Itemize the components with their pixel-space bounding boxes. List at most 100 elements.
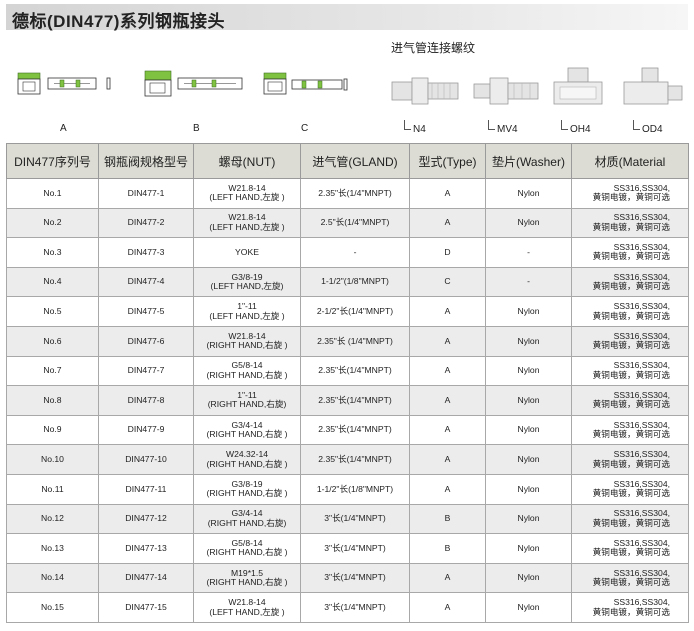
cell-gland: 3"长(1/4"MNPT) <box>300 503 410 535</box>
material-brass: 黄铜电镀，黄铜可选 <box>592 606 670 617</box>
table-row: No.7 DIN477-7 G5/8-14 (RIGHT HAND,右旋 ) 2.35"… <box>6 355 689 387</box>
connector-mv4-image <box>473 77 539 105</box>
cell-material: SS316,SS304, 黄铜电镀，黄铜可选 <box>571 325 689 357</box>
cell-gland: 2.35"长(1/4"MNPT) <box>300 385 410 416</box>
table-row: No.5 DIN477-5 1"-11 (LEFT HAND,左旋 ) 2-1/2"长(… <box>6 296 689 327</box>
cell-gland: 2-1/2"长(1/4"MNPT) <box>300 296 410 327</box>
cell-type: A <box>409 207 486 239</box>
cell-model: DIN477-4 <box>98 266 194 298</box>
nut-hand: (LEFT HAND,左旋 ) <box>209 606 285 617</box>
nut-hand: (RIGHT HAND,右旋 ) <box>206 547 288 558</box>
cell-type: A <box>409 296 486 327</box>
table-row: No.8 DIN477-8 1"-11 (RIGHT HAND,右旋) 2.35"长(1… <box>6 385 689 416</box>
cell-material: SS316,SS304, 黄铜电镀，黄铜可选 <box>571 444 689 475</box>
cell-gland: 3"长(1/4"MNPT) <box>300 592 410 623</box>
connector-thread-subtitle: 进气管连接螺纹 <box>391 41 476 55</box>
cell-washer: Nylon <box>485 178 572 209</box>
cell-washer: Nylon <box>485 385 572 416</box>
cell-model: DIN477-11 <box>98 473 194 505</box>
connector-label-oh4: OH4 <box>570 124 591 135</box>
cell-serial: No.2 <box>6 207 99 239</box>
header-nut: 螺母(NUT) <box>193 143 301 179</box>
cell-serial: No.14 <box>6 562 99 594</box>
nut-hand: (LEFT HAND,左旋 ) <box>209 192 285 203</box>
fitting-b-image <box>144 70 243 97</box>
fittings-diagram: 进气管连接螺纹 A B C N4 MV4 OH4 OD4 <box>0 30 694 142</box>
cell-type: B <box>409 533 486 564</box>
material-brass: 黄铜电镀，黄铜可选 <box>592 221 670 232</box>
cell-type: A <box>409 325 486 357</box>
cell-serial: No.11 <box>6 473 99 505</box>
cell-material: SS316,SS304, 黄铜电镀，黄铜可选 <box>571 533 689 564</box>
material-brass: 黄铜电镀，黄铜可选 <box>592 399 670 410</box>
table-body: No.1 DIN477-1 W21.8-14 (LEFT HAND,左旋 ) 2.35"… <box>6 178 689 623</box>
cell-serial: No.5 <box>6 296 99 327</box>
cell-gland: 2.35"长(1/4"MNPT) <box>300 414 410 446</box>
material-brass: 黄铜电镀，黄铜可选 <box>592 429 670 440</box>
cell-material: SS316,SS304, 黄铜电镀，黄铜可选 <box>571 562 689 594</box>
material-brass: 黄铜电镀，黄铜可选 <box>592 547 670 558</box>
cell-washer: Nylon <box>485 325 572 357</box>
specification-table: DIN477序列号 钢瓶阀规格型号 螺母(NUT) 进气管(GLAND) 型式(… <box>6 143 689 623</box>
nut-hand: (RIGHT HAND,右旋 ) <box>206 458 288 469</box>
cell-material: SS316,SS304, 黄铜电镀，黄铜可选 <box>571 385 689 416</box>
cell-nut: W21.8-14 (LEFT HAND,左旋 ) <box>193 207 301 239</box>
page-title: 德标(DIN477)系列钢瓶接头 <box>12 12 225 31</box>
cell-serial: No.3 <box>6 237 99 268</box>
material-brass: 黄铜电镀，黄铜可选 <box>592 369 670 380</box>
cell-model: DIN477-10 <box>98 444 194 475</box>
cell-serial: No.6 <box>6 325 99 357</box>
table-row: No.3 DIN477-3 YOKE - D - SS316,SS304, 黄铜电镀，黄铜可选 <box>6 237 689 268</box>
cell-gland: 3"长(1/4"MNPT) <box>300 533 410 564</box>
nut-hand: (RIGHT HAND,右旋 ) <box>206 577 288 588</box>
cell-model: DIN477-7 <box>98 355 194 387</box>
cell-serial: No.4 <box>6 266 99 298</box>
cell-type: C <box>409 266 486 298</box>
header-type: 型式(Type) <box>409 143 486 179</box>
nut-hand: (RIGHT HAND,右旋 ) <box>206 340 288 351</box>
cell-nut: G3/4-14 (RIGHT HAND,右旋) <box>193 503 301 535</box>
cell-nut: M19*1.5 (RIGHT HAND,右旋 ) <box>193 562 301 594</box>
cell-type: D <box>409 237 486 268</box>
cell-nut: G5/8-14 (RIGHT HAND,右旋 ) <box>193 533 301 564</box>
cell-model: DIN477-6 <box>98 325 194 357</box>
cell-washer: Nylon <box>485 592 572 623</box>
material-brass: 黄铜电镀，黄铜可选 <box>592 577 670 588</box>
cell-model: DIN477-5 <box>98 296 194 327</box>
table-row: No.1 DIN477-1 W21.8-14 (LEFT HAND,左旋 ) 2.35"… <box>6 178 689 209</box>
cell-gland: - <box>300 237 410 268</box>
cell-serial: No.8 <box>6 385 99 416</box>
header-serial: DIN477序列号 <box>6 143 99 179</box>
table-row: No.14 DIN477-14 M19*1.5 (RIGHT HAND,右旋 ) 3"长… <box>6 562 689 594</box>
cell-serial: No.1 <box>6 178 99 209</box>
cell-model: DIN477-12 <box>98 503 194 535</box>
material-brass: 黄铜电镀，黄铜可选 <box>592 488 670 499</box>
cell-model: DIN477-15 <box>98 592 194 623</box>
nut-hand: (RIGHT HAND,右旋 ) <box>206 488 288 499</box>
cell-nut: W21.8-14 (LEFT HAND,左旋 ) <box>193 178 301 209</box>
cell-gland: 2.35"长 (1/4"MNPT) <box>300 325 410 357</box>
cell-nut: W21.8-14 (RIGHT HAND,右旋 ) <box>193 325 301 357</box>
fitting-label-a: A <box>60 123 67 134</box>
nut-hand: (LEFT HAND,左旋 ) <box>209 221 285 232</box>
cell-material: SS316,SS304, 黄铜电镀，黄铜可选 <box>571 503 689 535</box>
cell-gland: 2.35"长(1/4"MNPT) <box>300 444 410 475</box>
material-brass: 黄铜电镀，黄铜可选 <box>592 192 670 203</box>
cell-type: A <box>409 355 486 387</box>
connector-od4-image <box>623 67 683 105</box>
cell-type: A <box>409 592 486 623</box>
header-material: 材质(Material <box>571 143 689 179</box>
cell-gland: 2.35"长(1/4"MNPT) <box>300 355 410 387</box>
nut-thread: YOKE <box>235 246 259 257</box>
cell-type: A <box>409 385 486 416</box>
cell-serial: No.13 <box>6 533 99 564</box>
cell-nut: YOKE <box>193 237 301 268</box>
cell-nut: G5/8-14 (RIGHT HAND,右旋 ) <box>193 355 301 387</box>
connector-oh4-image <box>553 67 603 105</box>
cell-material: SS316,SS304, 黄铜电镀，黄铜可选 <box>571 473 689 505</box>
cell-material: SS316,SS304, 黄铜电镀，黄铜可选 <box>571 355 689 387</box>
material-brass: 黄铜电镀，黄铜可选 <box>592 458 670 469</box>
cell-washer: Nylon <box>485 296 572 327</box>
connector-label-od4: OD4 <box>642 124 663 135</box>
header-gland: 进气管(GLAND) <box>300 143 410 179</box>
